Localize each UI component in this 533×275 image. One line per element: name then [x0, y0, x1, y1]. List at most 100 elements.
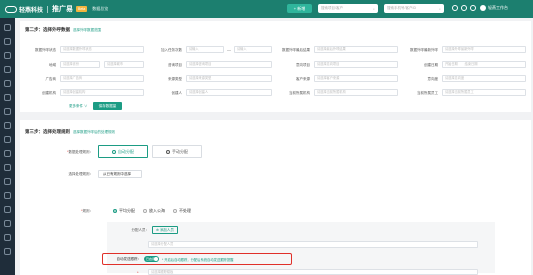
- current-staff-select[interactable]: 请选择当前所属员工: [442, 89, 526, 96]
- help-icon[interactable]: [461, 5, 467, 11]
- task-count-min-input[interactable]: 请输入: [186, 46, 224, 53]
- field-label: 意向项目: [296, 63, 310, 67]
- rule-radio-group: 平均分配 放入公海 不处理: [113, 208, 191, 214]
- field-label: 当前所属员工: [417, 91, 438, 95]
- manual-assign-label: 手动分配: [172, 148, 188, 154]
- advertiser-select[interactable]: 请选择广告商: [60, 75, 144, 82]
- brand-name: 轻燕科技: [19, 7, 44, 14]
- creator-select[interactable]: 请选择创建人: [186, 89, 272, 96]
- last-result-select[interactable]: 请选择最后外呼结果: [314, 46, 398, 53]
- source-type-select[interactable]: 请选择来源类型: [186, 75, 272, 82]
- city-select[interactable]: 请选择城市: [104, 61, 144, 68]
- folder-icon[interactable]: [4, 178, 11, 185]
- tag-icon[interactable]: [4, 136, 11, 143]
- radio-icon: [166, 149, 170, 154]
- latest-call-select[interactable]: 请选择外呼最新外呼: [442, 46, 526, 53]
- call-status-select[interactable]: 请选择数据外呼状态: [60, 46, 144, 53]
- intent-level-select[interactable]: 请选择意向度: [442, 75, 526, 82]
- more-icon[interactable]: [4, 248, 11, 255]
- user-menu[interactable]: 轻燕工作台: [480, 5, 508, 11]
- creator-org-select[interactable]: 请选择创建机构: [60, 89, 144, 96]
- shield-icon[interactable]: [4, 220, 11, 227]
- field-label: 意向度: [427, 77, 439, 81]
- auto-assign-label: 自动分配: [118, 148, 134, 154]
- date-range-picker[interactable]: 开始日期 结束日期: [442, 61, 526, 68]
- task-count-max-input[interactable]: 请输入: [234, 46, 272, 53]
- new-button[interactable]: + 新增: [287, 4, 312, 13]
- more-conditions-toggle[interactable]: 更多条件 ∨: [69, 104, 87, 109]
- dashboard-icon[interactable]: [4, 24, 11, 31]
- add-person-button[interactable]: ⊕ 添加人员: [152, 226, 178, 234]
- list-icon[interactable]: [4, 94, 11, 101]
- radio-label: 不处理: [179, 208, 191, 213]
- radio-checked-icon: [113, 209, 117, 213]
- plus-icon: ⊕: [156, 228, 159, 232]
- manual-assign-option[interactable]: 手动分配: [152, 145, 202, 158]
- required-mark: *: [137, 270, 139, 275]
- field-label: 数据外呼状态: [35, 48, 56, 52]
- save-count-button[interactable]: 保存数据量: [93, 102, 122, 110]
- field-label: 创建人: [171, 91, 183, 95]
- field-label: 广告商: [45, 77, 57, 81]
- project-search-input[interactable]: 搜索项目/客户 ⌕: [318, 4, 378, 13]
- field-label: 当前所属机构: [289, 91, 310, 95]
- report-icon[interactable]: [4, 192, 11, 199]
- task-icon[interactable]: [4, 66, 11, 73]
- assignee-select[interactable]: 请选择分配人员: [148, 241, 478, 248]
- range-dash: —: [227, 47, 231, 52]
- radio-label: 平均分配: [119, 208, 135, 213]
- radio-average-assign[interactable]: 平均分配: [113, 208, 135, 214]
- brand-logo[interactable]: 轻燕科技 推广易 Beta 数据总览: [5, 4, 108, 14]
- user-name: 轻燕工作台: [488, 5, 508, 10]
- province-select[interactable]: 请选择省份: [60, 61, 100, 68]
- toggle-text: 已启用: [146, 257, 156, 261]
- phone-icon[interactable]: [4, 52, 11, 59]
- auto-track-toggle[interactable]: 已启用: [144, 256, 159, 262]
- gear-icon[interactable]: [4, 206, 11, 213]
- field-label: 客户来源: [296, 77, 310, 81]
- search-icon: ⌕: [439, 6, 441, 11]
- rule-label: *规则：: [81, 209, 93, 213]
- settings-icon[interactable]: [470, 5, 476, 11]
- page-subtitle[interactable]: 数据总览: [92, 6, 108, 12]
- field-label: 数据外呼最后结果: [282, 48, 310, 52]
- add-person-label: 添加人员: [159, 227, 174, 232]
- notification-icon[interactable]: [452, 5, 458, 11]
- auto-track-label: 自动发送跟踪：: [116, 257, 142, 261]
- end-date: 结束日期: [464, 62, 478, 66]
- product-name: 推广易: [52, 6, 74, 13]
- document-icon[interactable]: [4, 108, 11, 115]
- intent-project-select[interactable]: 请选择意向项目: [314, 61, 398, 68]
- radio-no-action[interactable]: 不处理: [173, 208, 191, 214]
- customer-icon[interactable]: [4, 38, 11, 45]
- field-label: 创建机构: [42, 91, 56, 95]
- customer-source-select[interactable]: 请选择客户来源: [314, 75, 398, 82]
- radio-label: 放入公海: [149, 208, 165, 213]
- message-icon[interactable]: [4, 150, 11, 157]
- user-icon[interactable]: [4, 122, 11, 129]
- start-date: 开始日期: [445, 62, 458, 66]
- auto-assign-option[interactable]: 自动分配: [98, 145, 148, 158]
- radio-public-pool[interactable]: 放入公海: [143, 208, 165, 214]
- field-label: 来源类型: [168, 77, 182, 81]
- phone-search-input[interactable]: 搜索手机号/客户ID ⌕: [384, 4, 444, 13]
- data-rule-label: *数据处理规则：: [67, 150, 93, 154]
- link-icon[interactable]: [4, 234, 11, 241]
- template-select[interactable]: 请选择跟踪模板: [148, 269, 478, 275]
- choose-existing-rule-button[interactable]: 从已有规则中选择: [98, 170, 142, 178]
- sidebar: [0, 18, 15, 275]
- divider: [47, 5, 49, 13]
- assignee-label: 分配人员：: [131, 228, 150, 232]
- step3-note: 选择数据外呼后的处理规则: [73, 130, 115, 134]
- avatar: [480, 5, 486, 11]
- field-label: 地域: [49, 63, 56, 67]
- current-org-select[interactable]: 请选择当前所属机构: [314, 89, 398, 96]
- calendar-icon[interactable]: [4, 164, 11, 171]
- step2-title-text: 第二步：选择外呼数据: [25, 27, 70, 32]
- consult-project-select[interactable]: 请选择咨询项目: [186, 61, 272, 68]
- search-icon: ⌕: [373, 6, 375, 11]
- search-placeholder: 搜索手机号/客户ID: [387, 6, 416, 10]
- search-placeholder: 搜索项目/客户: [321, 6, 343, 10]
- radio-icon: [173, 209, 177, 213]
- chart-icon[interactable]: [4, 80, 11, 87]
